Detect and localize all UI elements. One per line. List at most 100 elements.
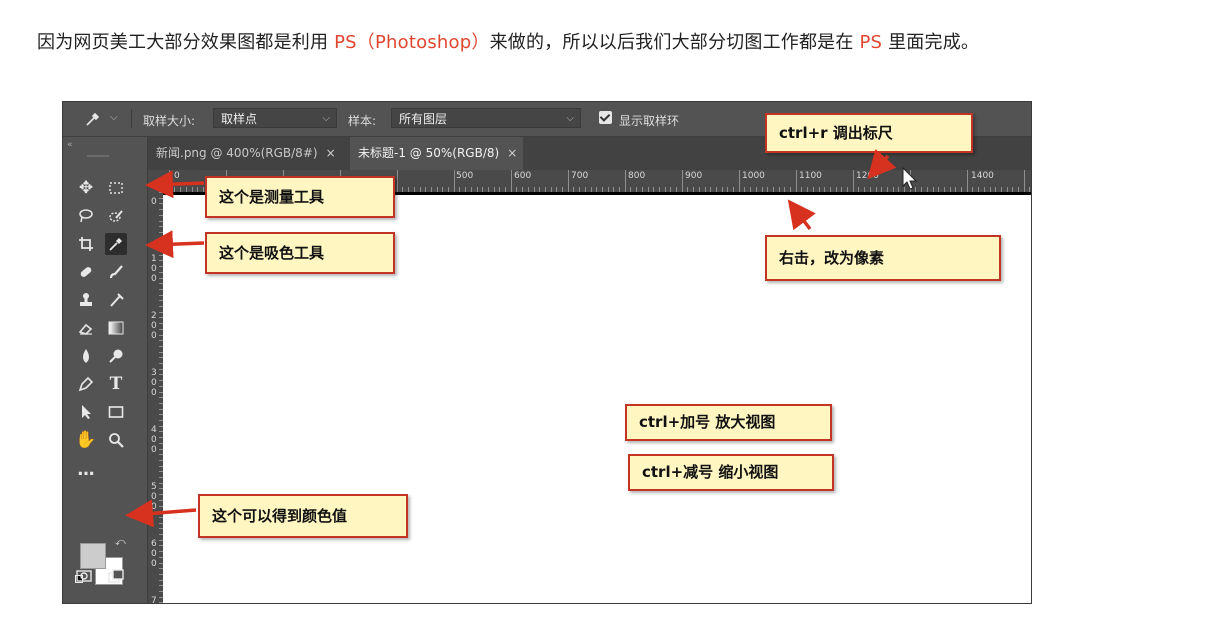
move-tool-icon[interactable]: ✥ [75, 177, 97, 199]
ruler-tick [835, 187, 837, 192]
eyedropper-tool-icon[interactable] [105, 233, 127, 255]
hand-tool-icon[interactable]: ✋ [75, 429, 97, 451]
close-icon[interactable]: × [507, 146, 517, 160]
ruler-tick [738, 170, 740, 192]
rectangle-tool-icon[interactable] [105, 401, 127, 423]
ruler-tick [949, 187, 951, 192]
ruler-tick [590, 187, 592, 192]
ruler-label: 800 [628, 171, 646, 181]
ruler-tick [562, 187, 563, 192]
ruler-tick [402, 187, 404, 192]
eraser-tool-icon[interactable] [75, 317, 97, 339]
ruler-tick [670, 187, 672, 192]
ruler-label: 600 [151, 539, 157, 569]
tab-news-png[interactable]: 新闻.png @ 400%(RGB/8#) × [148, 137, 342, 170]
swap-colors-icon[interactable]: ⤺ [115, 537, 126, 548]
ruler-tick [499, 187, 501, 192]
ruler-tick [687, 187, 689, 192]
sample-size-select[interactable]: 取样点 ⌵ [213, 108, 337, 128]
crop-tool-icon[interactable] [75, 233, 97, 255]
ruler-tick [653, 187, 655, 192]
type-tool-icon[interactable]: T [105, 373, 127, 395]
sample-label: 样本: [348, 114, 377, 128]
ruler-tick [476, 187, 478, 192]
tab-label: 未标题-1 @ 50%(RGB/8) [358, 146, 500, 160]
ruler-label: 400 [151, 425, 157, 455]
ruler-tick [881, 187, 883, 192]
ruler-tick [778, 187, 780, 192]
ruler-tick [698, 187, 700, 192]
ruler-tick [961, 187, 962, 192]
ruler-tick [442, 187, 444, 192]
vertical-ruler[interactable]: 0 100 200 300 400 500 600 7 [148, 170, 163, 603]
healing-brush-tool-icon[interactable] [75, 261, 97, 283]
ruler-tick [197, 187, 199, 192]
ruler-tick [1000, 187, 1002, 192]
ruler-tick [767, 187, 769, 192]
ruler-tick [864, 187, 866, 192]
ruler-label: 0 [151, 197, 157, 207]
ruler-tick [465, 187, 467, 192]
clone-stamp-tool-icon[interactable] [75, 289, 97, 311]
ruler-tick [812, 187, 814, 192]
ruler-label: 600 [514, 171, 532, 181]
show-ring-checkbox[interactable] [599, 111, 612, 124]
ruler-tick [892, 187, 894, 192]
ruler-tick [727, 187, 729, 192]
ruler-tick [829, 187, 831, 192]
ruler-tick [824, 187, 826, 192]
more-tools-icon[interactable]: … [75, 459, 97, 481]
tools-panel: « ✥ T ✋ … ⤺ [63, 137, 148, 603]
screen-mode-icon[interactable] [105, 565, 127, 587]
tool-preset-chevron-down-icon[interactable]: ⌵ [110, 112, 118, 123]
ruler-tick [470, 187, 472, 192]
ruler-tick [493, 187, 495, 192]
zoom-tool-icon[interactable] [105, 429, 127, 451]
ruler-tick [453, 170, 455, 192]
ruler-tick [1006, 187, 1008, 192]
quick-mask-icon[interactable] [73, 565, 95, 587]
ruler-tick [869, 187, 871, 192]
intro-ps-full: PS（Photoshop） [334, 32, 490, 53]
ruler-tick [430, 187, 432, 192]
ruler-label: 100 [151, 254, 157, 284]
ruler-tick [487, 187, 489, 192]
sample-value: 所有图层 [399, 112, 448, 126]
ruler-tick [938, 187, 940, 192]
lasso-tool-icon[interactable] [75, 205, 97, 227]
ruler-label: 1000 [742, 171, 765, 181]
marquee-tool-icon[interactable] [105, 177, 127, 199]
ruler-label: 500 [456, 171, 474, 181]
ruler-tick [573, 187, 575, 192]
ruler-tick [715, 187, 717, 192]
ruler-tick [790, 187, 791, 192]
close-icon[interactable]: × [326, 146, 336, 160]
ruler-tick [750, 187, 752, 192]
intro-part2: 来做的，所以以后我们大部分切图工作都是在 [489, 32, 860, 53]
panel-grip[interactable] [87, 155, 109, 157]
ruler-label: 7 [151, 596, 157, 603]
path-selection-tool-icon[interactable] [75, 401, 97, 423]
brush-tool-icon[interactable] [105, 261, 127, 283]
blur-tool-icon[interactable] [75, 345, 97, 367]
panel-collapse-icon[interactable]: « [67, 140, 73, 150]
ruler-tick [556, 187, 558, 192]
sample-select[interactable]: 所有图层 ⌵ [391, 108, 581, 128]
dodge-tool-icon[interactable] [105, 345, 127, 367]
eyedropper-icon[interactable] [85, 111, 101, 127]
ruler-label: 300 [151, 368, 157, 398]
intro-part1: 因为网页美工大部分效果图都是利用 [37, 32, 335, 53]
quick-selection-tool-icon[interactable] [105, 205, 127, 227]
tab-untitled-1[interactable]: 未标题-1 @ 50%(RGB/8) × [350, 137, 524, 170]
ruler-tick [191, 187, 193, 192]
ruler-tick [419, 187, 421, 192]
ruler-tick [898, 187, 900, 192]
pen-tool-icon[interactable] [75, 373, 97, 395]
ruler-label: 1200 [856, 171, 879, 181]
ruler-tick [516, 187, 518, 192]
ruler-tick [408, 187, 410, 192]
gradient-tool-icon[interactable] [105, 317, 127, 339]
ruler-label: 500 [151, 482, 157, 512]
history-brush-tool-icon[interactable] [105, 289, 127, 311]
ruler-tick [966, 170, 968, 192]
